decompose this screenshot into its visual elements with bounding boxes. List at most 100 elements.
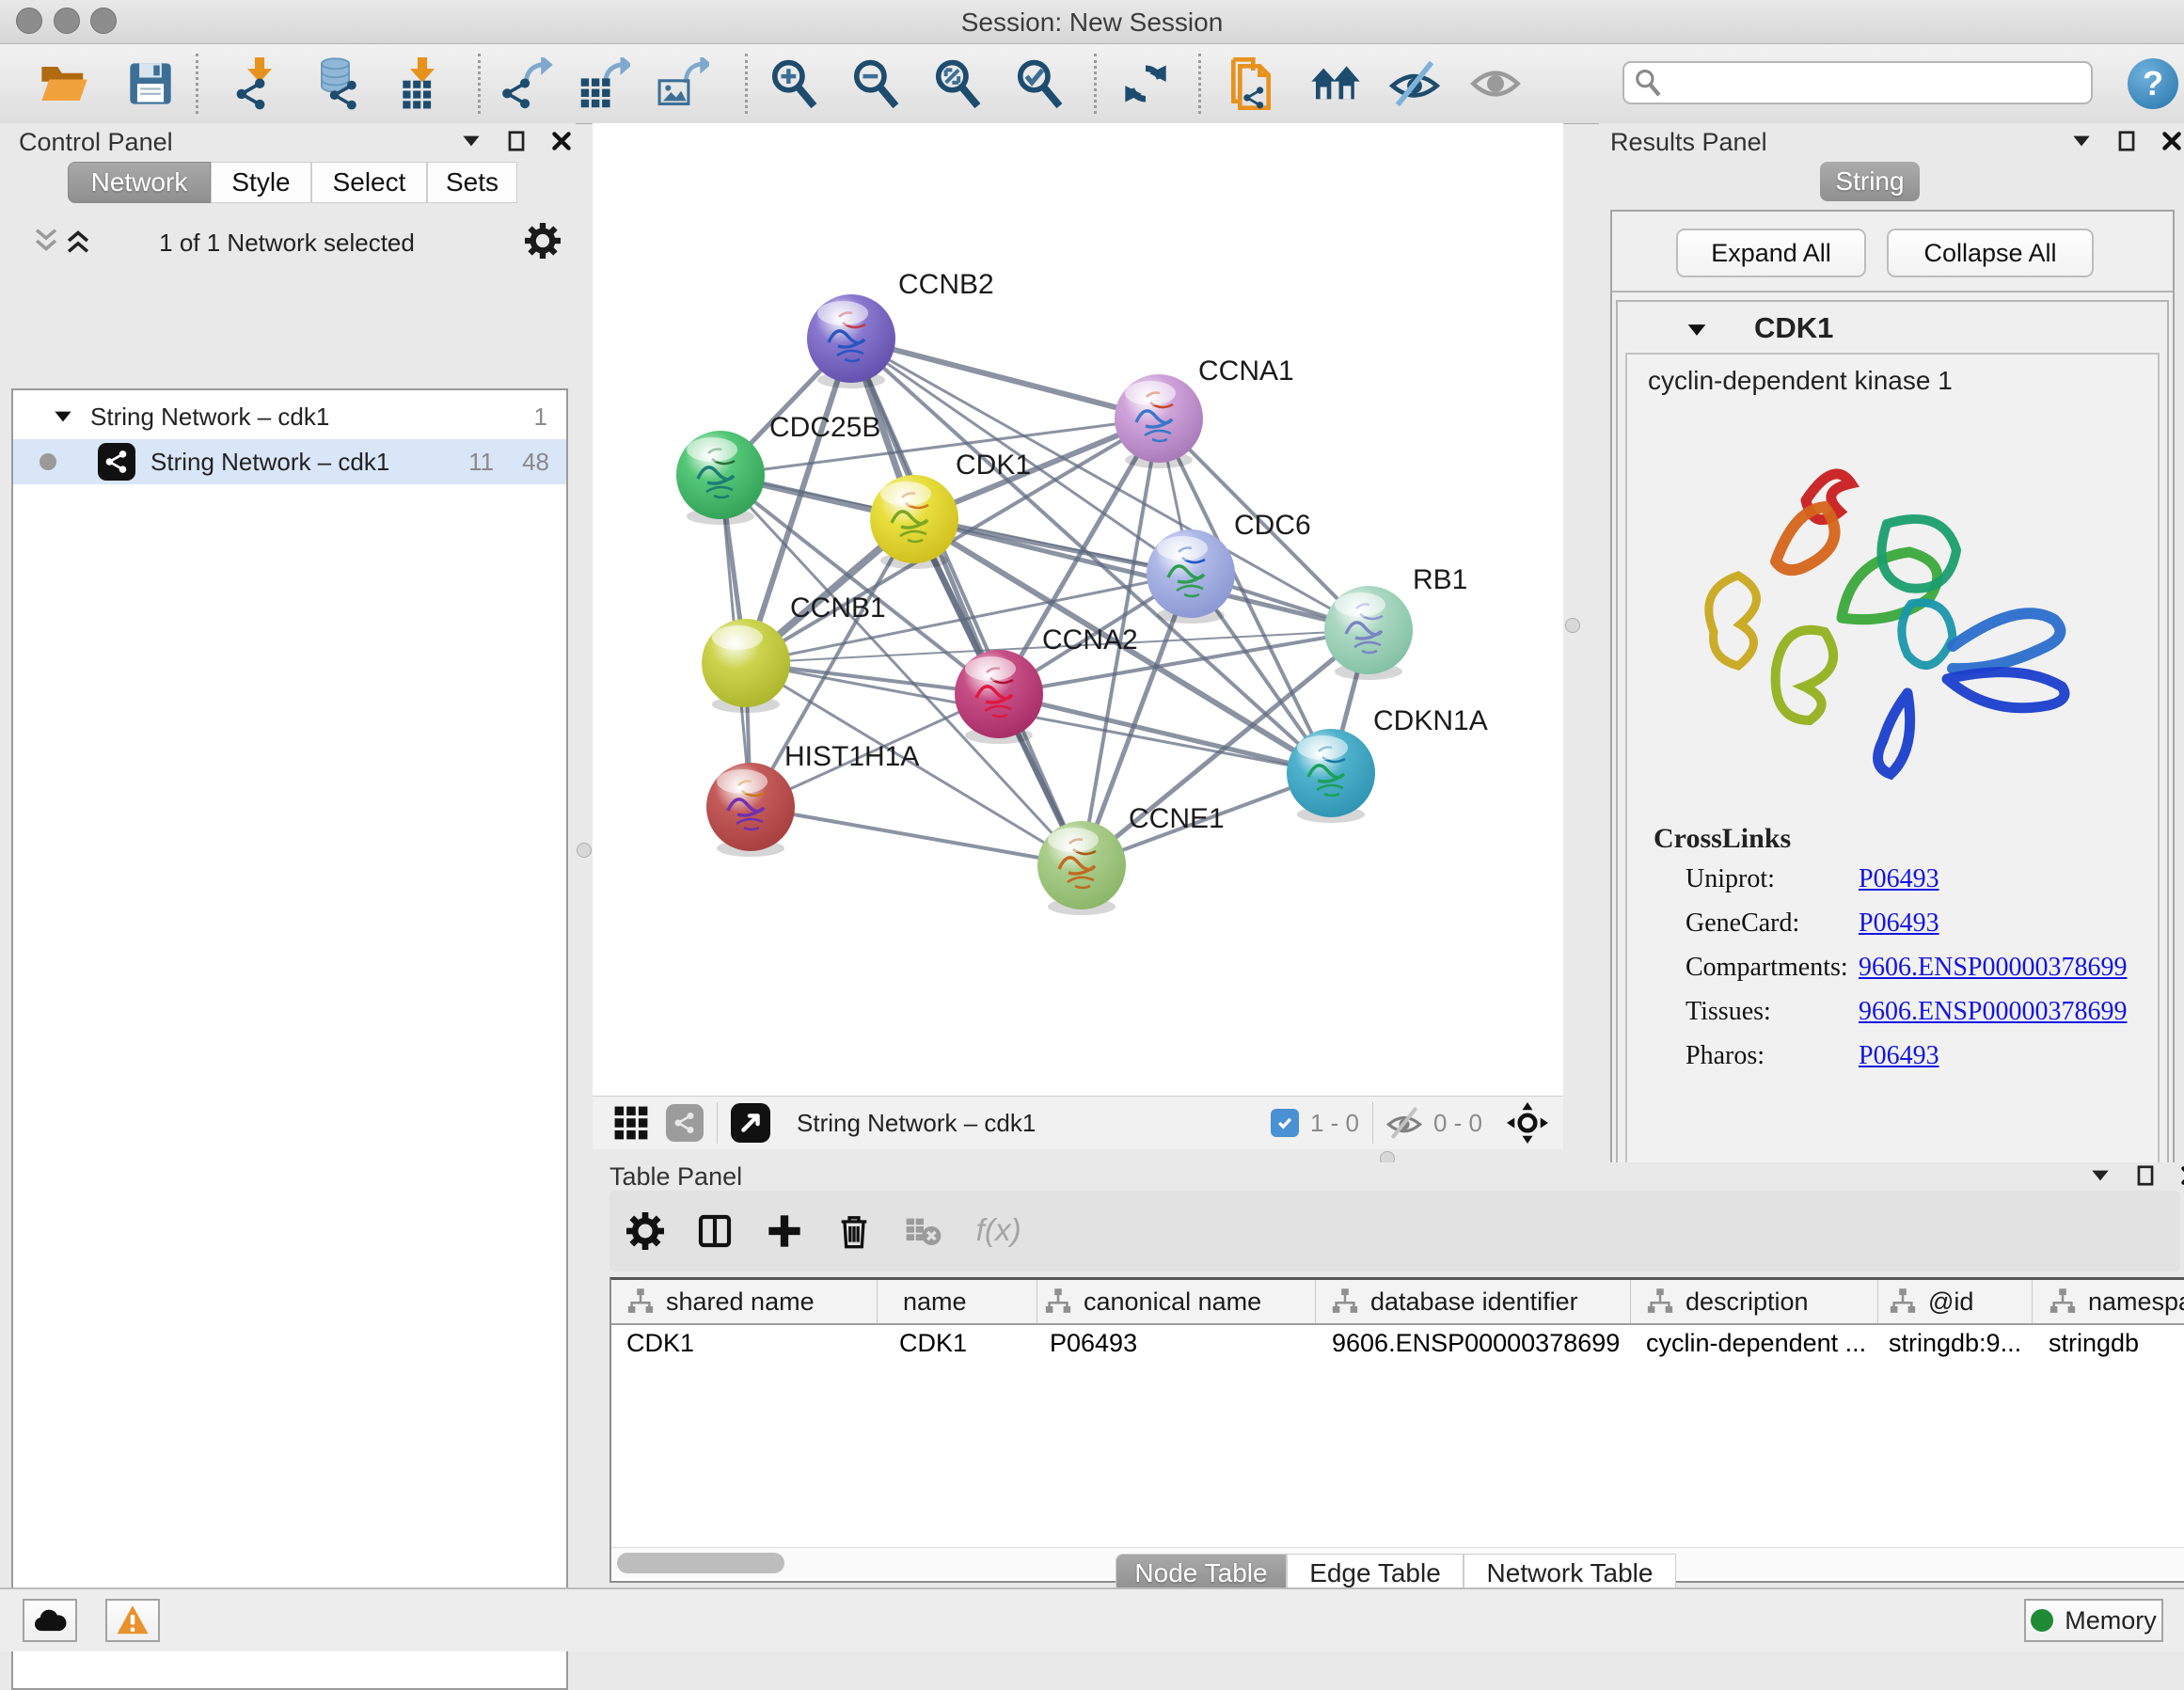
cell-canonical-name[interactable]: P06493 — [1050, 1329, 1137, 1358]
crosslink-genecard[interactable]: P06493 — [1859, 908, 1939, 939]
network-collection-row[interactable]: String Network – cdk1 1 — [13, 394, 566, 439]
collapse-all-networks-button[interactable] — [30, 225, 62, 257]
clone-network-button[interactable] — [1225, 57, 1277, 110]
tab-select[interactable]: Select — [311, 162, 427, 203]
left-splitter-handle[interactable] — [577, 843, 592, 858]
column-header-namespace[interactable]: namespac — [2049, 1280, 2184, 1323]
scrollbar-thumb[interactable] — [617, 1553, 784, 1573]
apply-layout-button[interactable] — [1119, 57, 1172, 110]
hidden-eye-slash-icon[interactable] — [1386, 1105, 1422, 1141]
network-name: String Network – cdk1 — [150, 448, 389, 477]
zoom-selected-button[interactable] — [1013, 57, 1066, 110]
string-network-icon — [98, 443, 135, 481]
panel-float-icon[interactable] — [504, 129, 529, 153]
import-network-button[interactable] — [232, 57, 285, 110]
column-header-shared-name[interactable]: shared name — [626, 1280, 815, 1323]
copy-documents-icon — [1225, 57, 1277, 110]
export-image-button[interactable] — [657, 57, 709, 110]
export-table-button[interactable] — [578, 57, 630, 110]
cell-id[interactable]: stringdb:9... — [1889, 1329, 2021, 1358]
collapse-all-button[interactable]: Collapse All — [1887, 229, 2094, 277]
cell-description[interactable]: cyclin-dependent ... — [1646, 1329, 1866, 1358]
first-neighbors-button[interactable] — [1309, 57, 1362, 110]
svg-text:RB1: RB1 — [1413, 564, 1467, 595]
tab-string[interactable]: String — [1820, 162, 1920, 201]
import-table-button[interactable] — [395, 57, 448, 110]
panel-close-icon[interactable] — [2160, 129, 2184, 153]
network-row[interactable]: String Network – cdk1 11 48 — [13, 439, 566, 484]
cloud-icon — [32, 1603, 68, 1638]
import-network-from-database-button[interactable] — [310, 57, 363, 110]
gene-expander-icon[interactable] — [1684, 317, 1710, 343]
delete-column-trash-icon[interactable] — [835, 1212, 873, 1250]
svg-text:CCNA1: CCNA1 — [1198, 355, 1294, 387]
tab-network[interactable]: Network — [68, 162, 211, 203]
add-column-icon[interactable] — [766, 1212, 803, 1250]
memory-button[interactable]: Memory — [2024, 1599, 2163, 1642]
column-header-database-identifier[interactable]: database identifier — [1331, 1280, 1578, 1323]
export-network-button[interactable] — [500, 57, 553, 110]
network-type-icon[interactable] — [666, 1104, 704, 1142]
open-session-button[interactable] — [38, 57, 90, 110]
warnings-button[interactable] — [105, 1599, 160, 1642]
zoom-out-button[interactable] — [849, 57, 902, 110]
zoom-in-button[interactable] — [768, 57, 820, 110]
column-header-name[interactable]: name — [903, 1280, 967, 1323]
column-header-canonical-name[interactable]: canonical name — [1044, 1280, 1261, 1323]
zoom-in-icon — [768, 58, 819, 109]
panel-menu-icon[interactable] — [459, 129, 483, 153]
panel-menu-icon[interactable] — [2069, 129, 2094, 153]
collection-expander-icon[interactable] — [51, 404, 75, 429]
node-table[interactable]: shared name name canonical name database… — [609, 1277, 2184, 1583]
search-input[interactable] — [1662, 68, 2070, 99]
network-canvas[interactable]: CCNB2CCNA1CDC25BCDK1CDC6RB1CCNB1CCNA2CDK… — [593, 123, 1563, 1096]
column-header-id[interactable]: @id — [1889, 1280, 1973, 1323]
cell-shared-name[interactable]: CDK1 — [626, 1329, 694, 1358]
column-header-description[interactable]: description — [1646, 1280, 1809, 1323]
crosslink-tissues[interactable]: 9606.ENSP00000378699 — [1859, 997, 2127, 1027]
control-panel: Control Panel Network Style Select Sets … — [0, 123, 576, 1587]
hide-selected-button[interactable] — [1388, 57, 1441, 110]
cell-namespace[interactable]: stringdb — [2049, 1329, 2139, 1358]
network-current-dot — [40, 453, 56, 470]
save-session-button[interactable] — [124, 57, 177, 110]
birds-eye-view-icon[interactable] — [731, 1103, 770, 1143]
cell-database-identifier[interactable]: 9606.ENSP00000378699 — [1332, 1329, 1620, 1358]
crosshair-icon[interactable] — [1507, 1102, 1548, 1144]
network-options-button[interactable] — [525, 223, 561, 259]
footer-separator — [717, 1102, 718, 1144]
fit-content-button[interactable] — [931, 57, 984, 110]
cloud-status-button[interactable] — [23, 1599, 77, 1642]
panel-menu-icon[interactable] — [2088, 1163, 2113, 1188]
results-panel: Results Panel String Expand All Collapse… — [1599, 123, 2184, 1158]
panel-close-icon[interactable] — [2178, 1163, 2184, 1188]
expand-all-button[interactable]: Expand All — [1676, 229, 1866, 277]
show-columns-icon[interactable] — [696, 1212, 734, 1250]
expand-all-networks-button[interactable] — [62, 225, 94, 257]
crosslink-compartments[interactable]: 9606.ENSP00000378699 — [1859, 953, 2127, 983]
warning-icon — [116, 1603, 150, 1637]
grid-view-icon[interactable] — [613, 1105, 649, 1141]
show-hidden-button[interactable] — [1469, 57, 1522, 110]
right-splitter-handle[interactable] — [1565, 618, 1580, 633]
toolbar-separator — [1094, 54, 1097, 114]
network-graph[interactable]: CCNB2CCNA1CDC25BCDK1CDC6RB1CCNB1CCNA2CDK… — [593, 123, 1563, 1096]
crosslink-uniprot[interactable]: P06493 — [1859, 864, 1939, 894]
crosslink-pharos[interactable]: P06493 — [1859, 1041, 1939, 1071]
function-builder-icon — [974, 1212, 1050, 1250]
tab-sets[interactable]: Sets — [427, 162, 517, 203]
cell-name[interactable]: CDK1 — [899, 1329, 967, 1358]
selected-checkbox-icon[interactable] — [1271, 1109, 1299, 1137]
panel-close-icon[interactable] — [549, 129, 574, 153]
panel-float-icon[interactable] — [2133, 1163, 2158, 1188]
table-toolbar — [609, 1191, 2180, 1271]
toolbar-search — [1622, 61, 2093, 104]
table-settings-gear-icon[interactable] — [626, 1212, 664, 1250]
help-button[interactable]: ? — [2128, 58, 2178, 109]
panel-float-icon[interactable] — [2114, 129, 2139, 153]
export-image-icon — [657, 57, 709, 110]
refresh-icon — [1121, 59, 1170, 108]
svg-text:CDK1: CDK1 — [956, 450, 1031, 481]
tab-style[interactable]: Style — [211, 162, 311, 203]
collection-count: 1 — [534, 403, 547, 432]
